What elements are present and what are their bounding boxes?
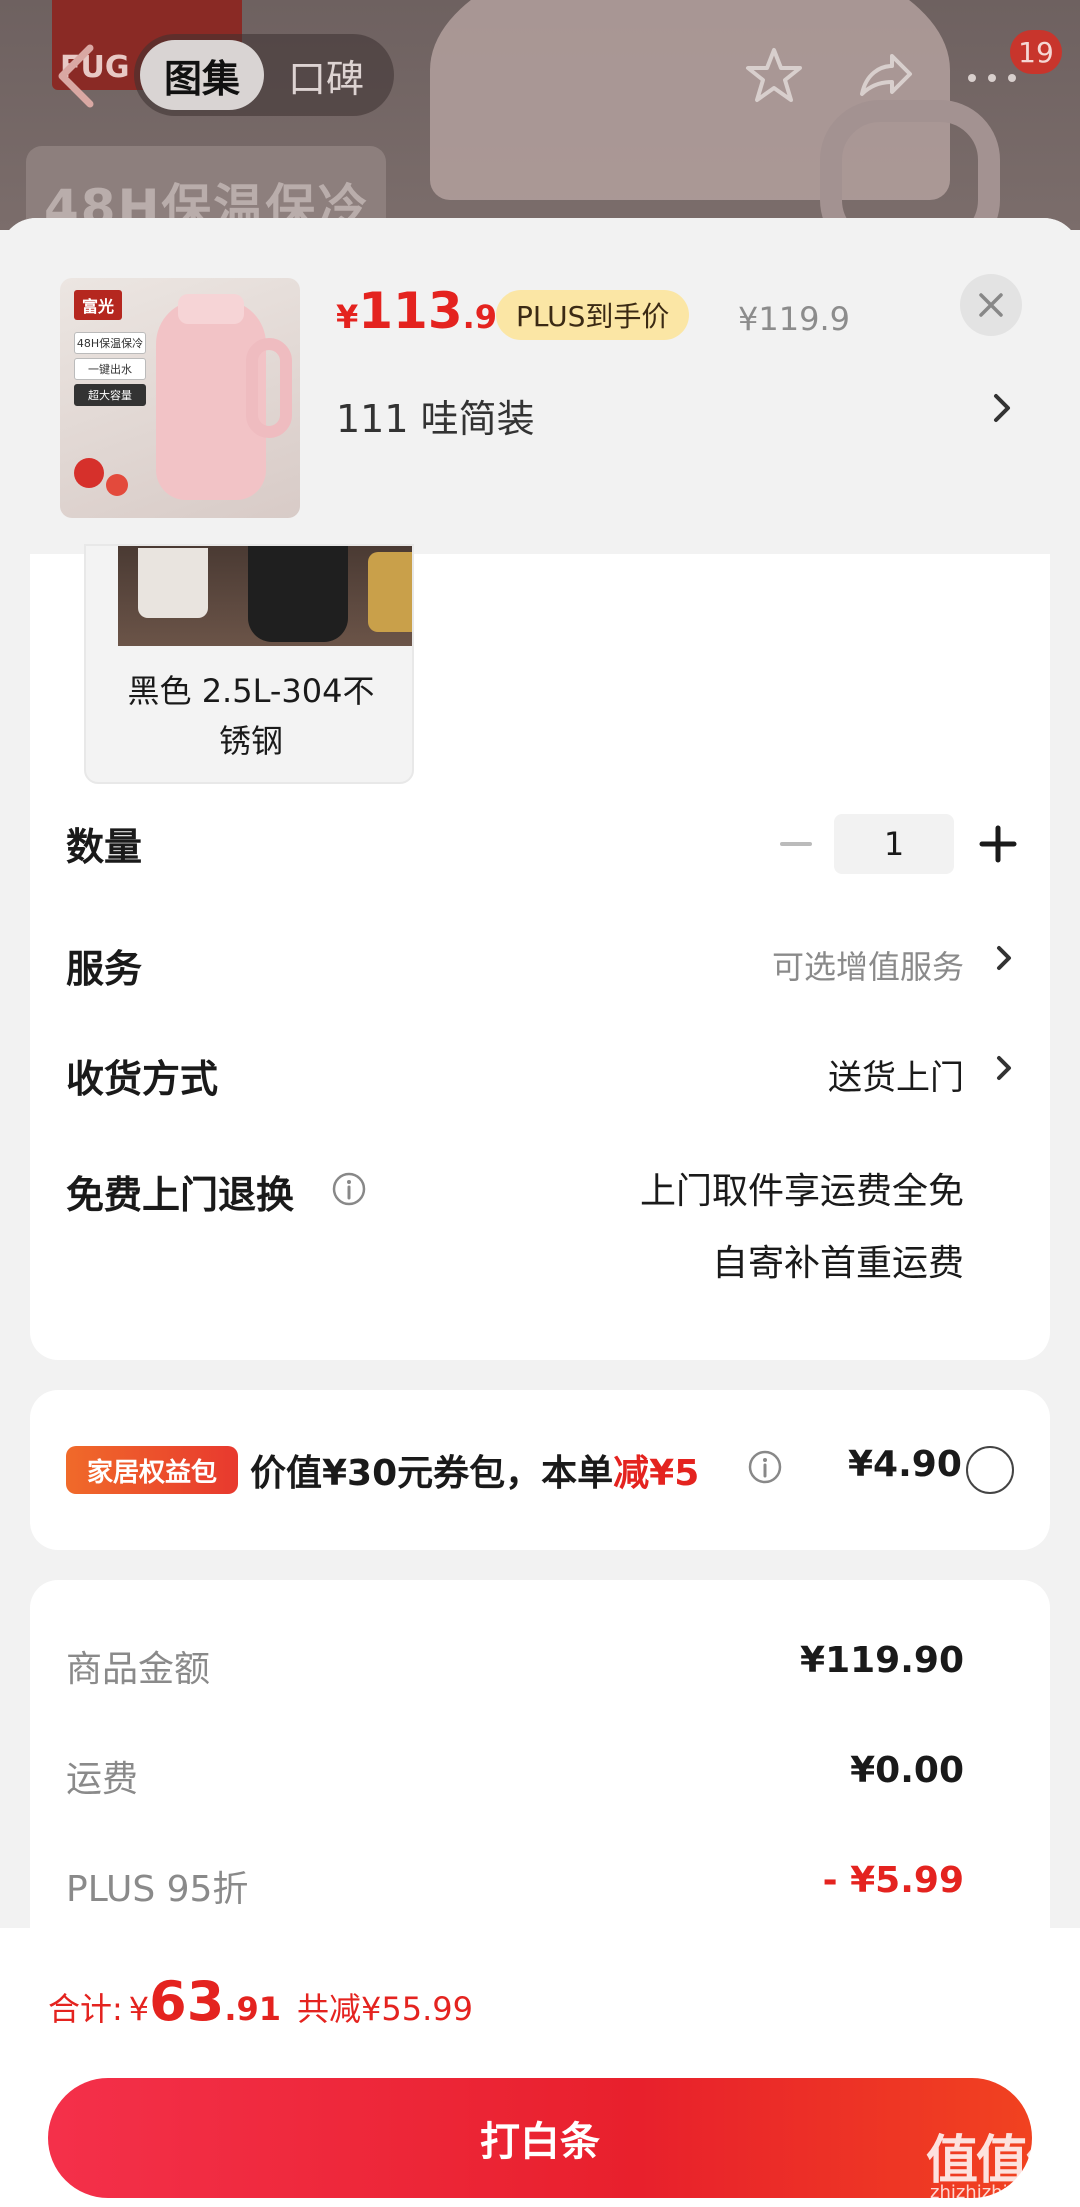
sheet-header: 富光 48H保温保冷 一键出水 超大容量 ¥ 113 .91 PLUS到手价 ¥… — [0, 218, 1080, 554]
share-icon[interactable] — [852, 44, 916, 108]
original-price: ¥119.9 — [738, 300, 850, 338]
delivery-label: 收货方式 — [66, 1057, 219, 1101]
plus-price-badge: PLUS到手价 — [496, 290, 690, 340]
product-image-handle — [820, 100, 1000, 230]
checkout-bar: 合计: ¥ 63 .91 共减¥55.99 打白条 — [0, 1928, 1080, 2207]
delivery-value[interactable]: 送货上门 — [828, 1050, 964, 1099]
summary-value: ¥0.00 — [850, 1750, 964, 1791]
promo-discount: 减¥5 — [613, 1453, 700, 1494]
product-thumbnail: 富光 48H保温保冷 一键出水 超大容量 — [60, 278, 300, 518]
thumbnail-tag: 超大容量 — [74, 384, 146, 406]
summary-value: ¥119.90 — [800, 1640, 964, 1681]
thumbnail-kettle-lid — [178, 294, 244, 324]
service-label: 服务 — [66, 947, 143, 991]
thumbnail-tag: 48H保温保冷 — [74, 332, 146, 354]
promo-description: 价值¥30元券包，本单减¥5 — [250, 1444, 699, 1496]
plus-icon[interactable] — [978, 824, 1018, 864]
sku-image-kettle — [248, 546, 348, 642]
options-card: 黑色 2.5L-304不锈钢 数量 1 服务 可选增值服务 收货方式 送货上门 … — [30, 544, 1050, 1360]
total-price: 合计: ¥ 63 .91 共减¥55.99 — [48, 1970, 473, 2033]
chevron-right-icon[interactable] — [992, 938, 1018, 978]
sku-image-badge — [368, 552, 412, 632]
selected-variant[interactable]: 111 哇简装 — [336, 388, 535, 443]
back-arrow-icon[interactable] — [50, 40, 106, 112]
promo-text-prefix: 价值¥30元券包，本单 — [250, 1453, 614, 1494]
summary-label: 运费 — [66, 1759, 139, 1800]
total-decimal: .91 — [224, 1990, 281, 2028]
price-integer: 113 — [358, 282, 463, 340]
total-currency: ¥ — [128, 1990, 150, 2028]
chevron-right-icon[interactable] — [988, 386, 1018, 430]
total-label: 合计: — [48, 1990, 123, 2028]
sale-price: ¥ 113 .91 — [336, 282, 519, 352]
total-saving: 共减¥55.99 — [297, 1990, 473, 2028]
promo-tag: 家居权益包 — [66, 1446, 238, 1494]
quantity-input[interactable]: 1 — [834, 814, 954, 874]
minus-icon[interactable] — [776, 824, 816, 864]
sku-image-cup — [138, 548, 208, 618]
tab-reviews[interactable]: 口碑 — [264, 40, 388, 110]
info-icon[interactable] — [746, 1448, 784, 1486]
background-product-page: FUG 48H保温保冷 — [0, 0, 1080, 230]
quantity-label: 数量 — [66, 825, 143, 869]
service-value[interactable]: 可选增值服务 — [772, 942, 964, 988]
summary-discount-value: - ¥5.99 — [822, 1860, 964, 1901]
thumbnail-fruit — [106, 474, 128, 496]
thumbnail-kettle-handle — [246, 338, 292, 438]
sku-option-image — [118, 546, 412, 646]
info-icon[interactable] — [330, 1170, 368, 1208]
notification-badge: 19 — [1010, 30, 1062, 74]
sku-option[interactable]: 黑色 2.5L-304不锈钢 — [84, 544, 414, 784]
summary-label: PLUS 95折 — [66, 1869, 249, 1910]
free-return-line: 上门取件享运费全免 — [639, 1171, 964, 1212]
promo-card: 家居权益包 价值¥30元券包，本单减¥5 ¥4.90 — [30, 1390, 1050, 1550]
close-button[interactable] — [960, 274, 1022, 336]
free-return-line: 自寄补首重运费 — [711, 1243, 964, 1284]
pay-button[interactable]: 打白条 — [48, 2078, 1032, 2198]
gallery-tabs: 图集 口碑 — [134, 34, 394, 116]
star-icon[interactable] — [742, 44, 806, 108]
chevron-right-icon[interactable] — [992, 1048, 1018, 1088]
thumbnail-tag: 一键出水 — [74, 358, 146, 380]
watermark-site: zhizhizhi.com — [930, 2182, 1052, 2203]
close-icon — [979, 293, 1003, 317]
tab-gallery[interactable]: 图集 — [140, 40, 264, 110]
thumbnail-fruit — [74, 458, 104, 488]
summary-label: 商品金额 — [66, 1649, 211, 1690]
purchase-sheet: 富光 48H保温保冷 一键出水 超大容量 ¥ 113 .91 PLUS到手价 ¥… — [0, 218, 1080, 2207]
promo-radio[interactable] — [966, 1446, 1014, 1494]
thumbnail-brand: 富光 — [74, 290, 122, 320]
promo-price: ¥4.90 — [848, 1444, 962, 1485]
total-integer: 63 — [149, 1970, 225, 2033]
sku-option-label: 黑色 2.5L-304不锈钢 — [127, 672, 375, 760]
free-return-label: 免费上门退换 — [66, 1173, 295, 1217]
price-currency: ¥ — [336, 298, 359, 336]
